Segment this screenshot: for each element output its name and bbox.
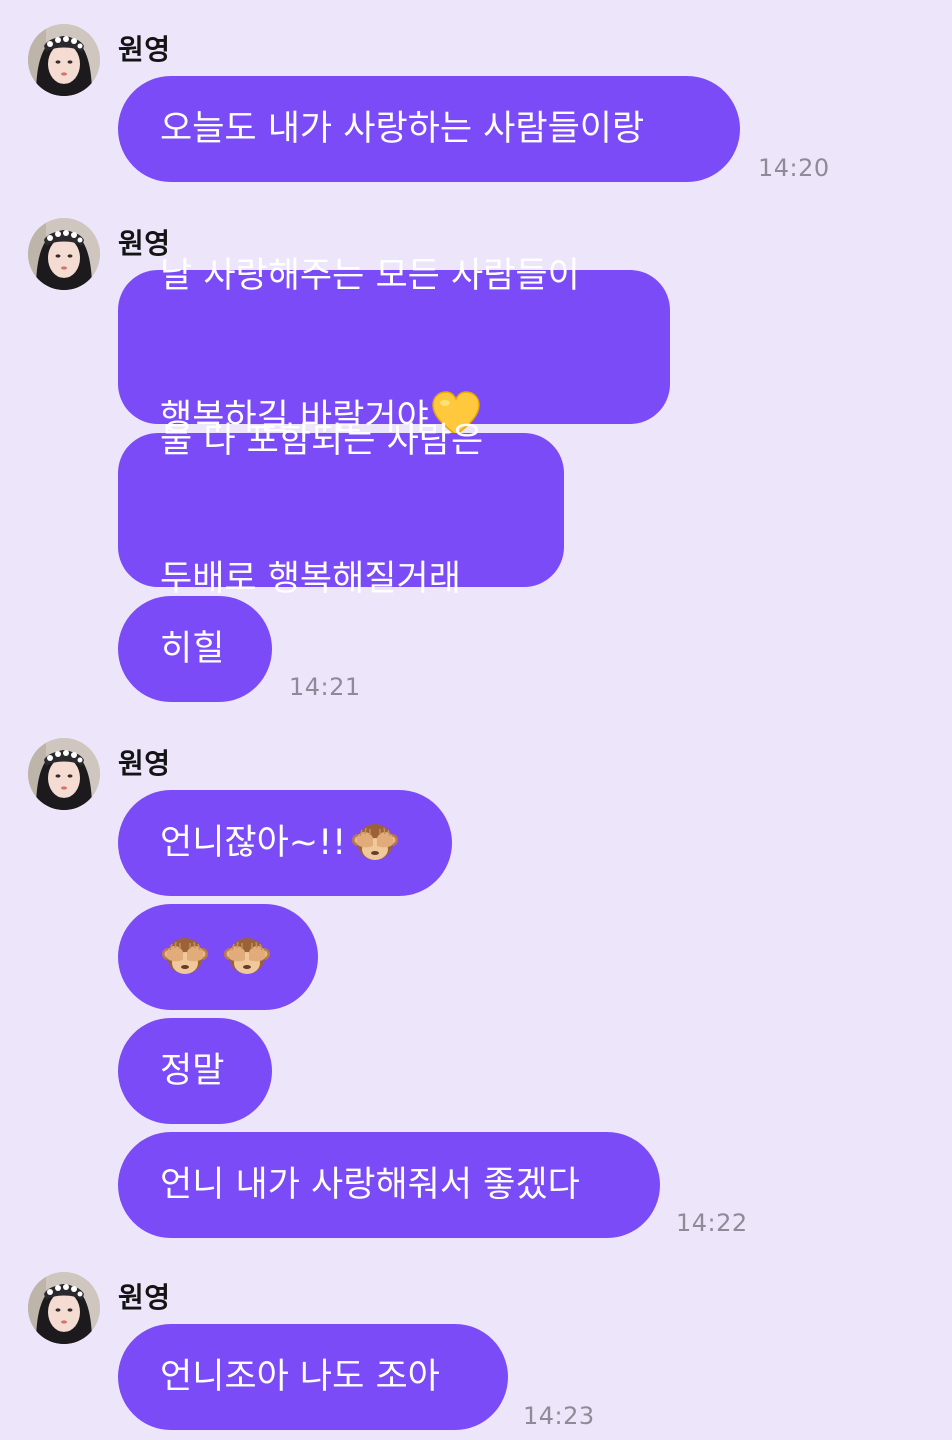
message-timestamp: 14:22 [676,1209,748,1237]
message-timestamp: 14:21 [289,673,361,701]
message-bubble[interactable]: 정말 [118,1018,272,1124]
message-bubble[interactable]: 언니조아 나도 조아 [118,1324,508,1430]
message-timestamp: 14:23 [523,1402,595,1430]
avatar[interactable] [28,218,100,290]
message-text-line: 둘 다 포함되는 사람은 [160,421,484,461]
avatar[interactable] [28,738,100,810]
message-text: 언니잖아~!! [160,823,347,863]
sender-name: 원영 [118,33,171,66]
message-timestamp: 14:20 [758,154,830,182]
message-text: 히힐 [160,629,225,669]
sender-name: 원영 [118,1281,171,1314]
message-bubble[interactable] [118,904,318,1010]
message-text: 언니조아 나도 조아 [160,1357,440,1397]
see-no-evil-monkey-icon [222,932,272,982]
message-bubble[interactable]: 언니잖아~!! [118,790,452,896]
message-text: 정말 [160,1051,225,1091]
avatar[interactable] [28,1272,100,1344]
message-bubble[interactable]: 언니 내가 사랑해줘서 좋겠다 [118,1132,660,1238]
sender-name: 원영 [118,747,171,780]
message-text-line: 날 사랑해주는 모든 사람들이 [160,256,580,296]
message-bubble[interactable]: 히힐 [118,596,272,702]
message-text: 오늘도 내가 사랑하는 사람들이랑 [160,109,645,149]
message-bubble[interactable]: 둘 다 포함되는 사람은 두배로 행복해질거래 [118,421,564,599]
see-no-evil-monkey-icon [160,932,210,982]
message-text: 언니 내가 사랑해줘서 좋겠다 [160,1165,580,1205]
see-no-evil-monkey-icon [350,818,400,868]
avatar[interactable] [28,24,100,96]
